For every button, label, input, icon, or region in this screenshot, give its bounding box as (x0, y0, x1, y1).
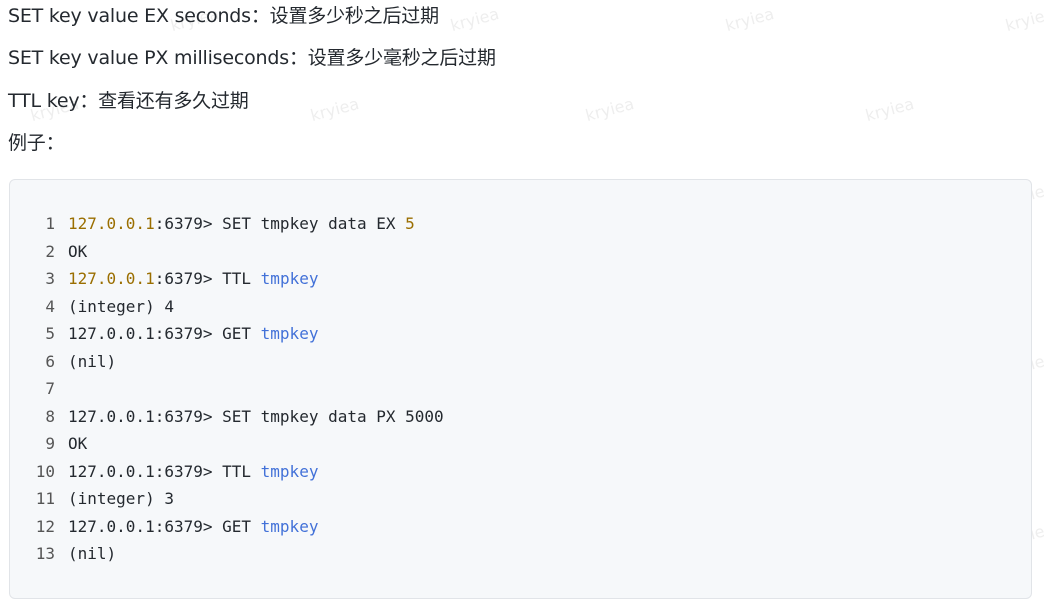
code-token: OK (68, 241, 88, 261)
code-block[interactable]: 1 127.0.0.1:6379> SET tmpkey data EX 5 2 OK… (9, 179, 1032, 599)
code-token: (integer) 4 (68, 296, 174, 316)
watermark-text: kryiea (448, 3, 502, 36)
line-number: 1 (45, 214, 55, 233)
keyword-token: tmpkey (260, 461, 319, 481)
code-token: (nil) (68, 544, 117, 563)
code-line: 7 (10, 375, 444, 403)
line-number: 13 (35, 544, 55, 563)
code-text: OK (68, 238, 87, 266)
code-text: (integer) 4 (68, 293, 174, 321)
code-line: 8 127.0.0.1:6379> SET tmpkey data PX 5000 (10, 403, 444, 431)
number-token: 127.0.0.1 (68, 214, 155, 233)
code-token: :6379> SET tmpkey data EX (154, 214, 406, 233)
line-number: 12 (35, 516, 55, 536)
line-number: 8 (45, 406, 55, 426)
line-number: 6 (45, 351, 55, 371)
line-number: 7 (45, 379, 55, 398)
keyword-token: tmpkey (260, 269, 319, 288)
paragraph-set-px: SET key value PX milliseconds：设置多少毫秒之后过期 (8, 47, 496, 69)
line-number: 10 (35, 461, 55, 481)
code-line: 1 127.0.0.1:6379> SET tmpkey data EX 5 (10, 210, 444, 238)
code-line: 11 (integer) 3 (10, 485, 444, 513)
line-number: 11 (35, 489, 55, 508)
code-text: (nil) (68, 348, 116, 376)
line-number: 3 (45, 269, 55, 288)
paragraph-example-label: 例子： (8, 132, 65, 154)
code-line: 12 127.0.0.1:6379> GET tmpkey (10, 513, 444, 541)
code-line: 2 OK (10, 238, 444, 266)
code-token: 127.0.0.1:6379> GET (68, 516, 261, 536)
paragraph-set-ex: SET key value EX seconds：设置多少秒之后过期 (8, 5, 439, 27)
watermark-text: kryiea (583, 93, 637, 126)
code-line: 5 127.0.0.1:6379> GET tmpkey (10, 320, 444, 348)
code-lines: 1 127.0.0.1:6379> SET tmpkey data EX 5 2 OK… (10, 210, 444, 568)
paragraph-ttl: TTL key：查看还有多久过期 (8, 90, 249, 112)
code-line: 13 (nil) (10, 540, 444, 568)
code-token: 127.0.0.1:6379> TTL (68, 461, 261, 481)
code-text: (nil) (68, 540, 116, 568)
code-text: OK (68, 430, 87, 458)
code-token: (integer) 3 (68, 489, 174, 508)
code-text: (integer) 3 (68, 485, 174, 513)
code-line: 3 127.0.0.1:6379> TTL tmpkey (10, 265, 444, 293)
code-token: :6379> TTL (154, 269, 261, 288)
watermark-text: kryiea (723, 3, 777, 36)
code-text: 127.0.0.1:6379> TTL tmpkey (68, 458, 318, 486)
code-line: 9 OK (10, 430, 444, 458)
keyword-token: tmpkey (260, 324, 319, 343)
watermark-text: kryiea (308, 93, 362, 126)
keyword-token: tmpkey (260, 516, 319, 536)
code-token: (nil) (68, 351, 117, 371)
code-text: 127.0.0.1:6379> GET tmpkey (68, 320, 318, 348)
line-number: 4 (45, 296, 55, 316)
code-token: 127.0.0.1:6379> GET (68, 324, 261, 343)
line-number: 2 (45, 241, 55, 261)
line-number: 5 (45, 324, 55, 343)
line-number: 9 (45, 434, 55, 453)
watermark-text: kryiea (1003, 3, 1044, 36)
watermark-text: kryiea (863, 93, 917, 126)
code-text: 127.0.0.1:6379> SET tmpkey data PX 5000 (68, 403, 444, 431)
code-line: 10 127.0.0.1:6379> TTL tmpkey (10, 458, 444, 486)
code-token: OK (68, 434, 88, 453)
code-line: 4 (integer) 4 (10, 293, 444, 321)
code-text: 127.0.0.1:6379> GET tmpkey (68, 513, 318, 541)
number-token: 127.0.0.1 (68, 269, 155, 288)
code-text: 127.0.0.1:6379> TTL tmpkey (68, 265, 318, 293)
code-line: 6 (nil) (10, 348, 444, 376)
code-token: 127.0.0.1:6379> SET tmpkey data PX 5000 (68, 406, 444, 426)
code-text: 127.0.0.1:6379> SET tmpkey data EX 5 (68, 210, 415, 238)
number-token: 5 (405, 214, 415, 233)
